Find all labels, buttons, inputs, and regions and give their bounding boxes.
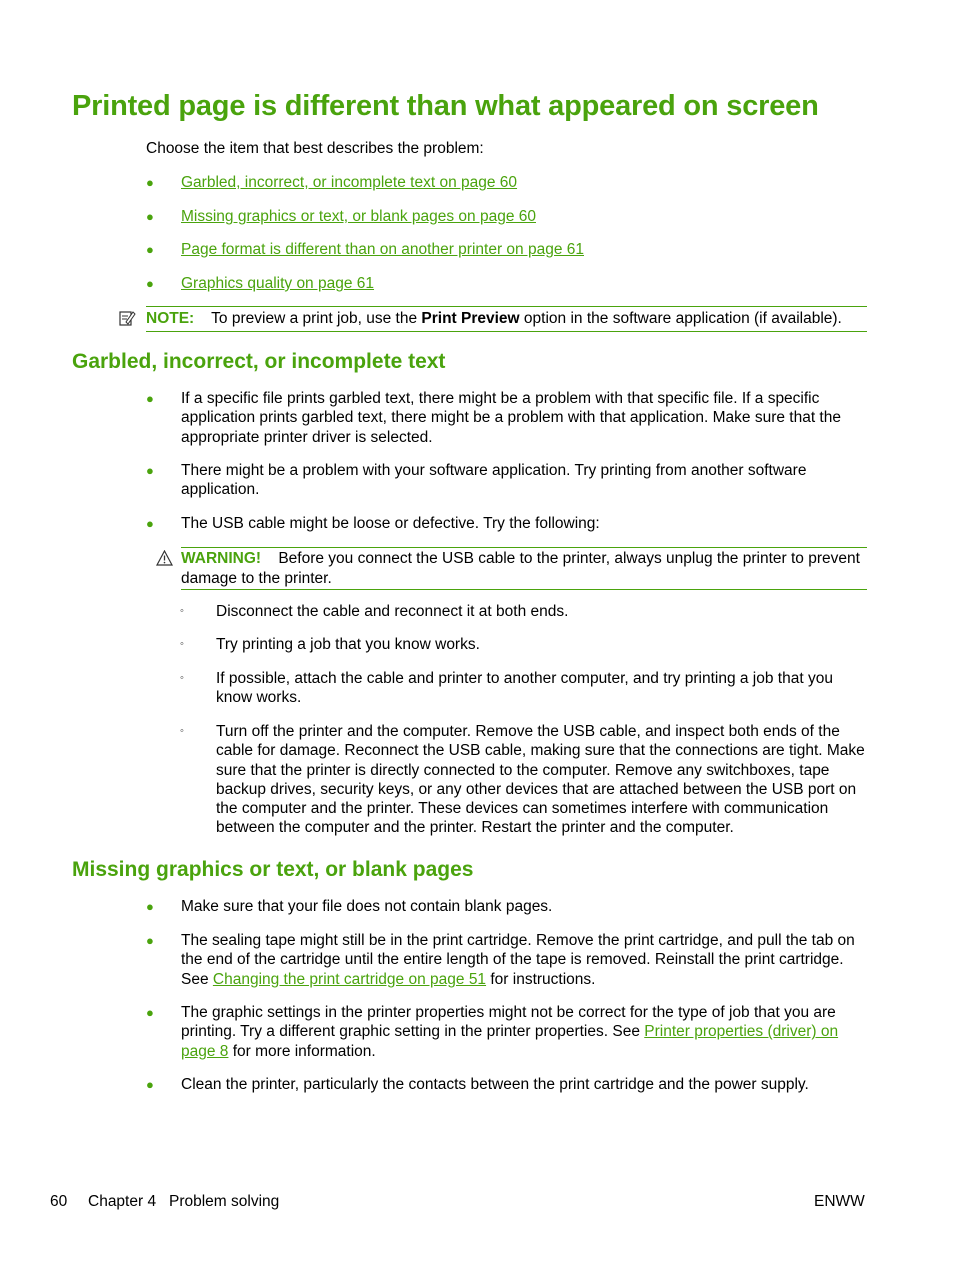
note-text-after: option in the software application (if a…: [519, 310, 842, 327]
item-text: for more information.: [228, 1042, 376, 1060]
bullet-icon: ●: [146, 516, 154, 531]
toc-item: Missing graphics or text, or blank pages…: [181, 207, 871, 226]
sub-list-item: Disconnect the cable and reconnect it at…: [216, 603, 569, 620]
list-item: Clean the printer, particularly the cont…: [181, 1076, 809, 1093]
section-heading-garbled: Garbled, incorrect, or incomplete text: [72, 350, 446, 373]
footer-enww: ENWW: [814, 1193, 865, 1210]
bullet-icon: ●: [146, 463, 154, 478]
bullet-icon: ●: [146, 242, 154, 257]
footer-page-number: 60: [50, 1193, 68, 1210]
warning-icon: [156, 550, 173, 566]
document-page: Printed page is different than what appe…: [0, 0, 954, 1270]
list-item: The USB cable might be loose or defectiv…: [181, 515, 600, 532]
link-graphics-quality[interactable]: Graphics quality on page 61: [181, 275, 374, 292]
bullet-icon: ●: [146, 276, 154, 291]
circle-bullet-icon: ◦: [180, 672, 184, 684]
page-title: Printed page is different than what appe…: [72, 90, 819, 122]
intro-text: Choose the item that best describes the …: [146, 140, 484, 157]
warning-box: WARNING! Before you connect the USB cabl…: [181, 547, 867, 590]
footer-chapter: Chapter 4 Problem solving: [88, 1193, 280, 1210]
bullet-icon: ●: [146, 1077, 154, 1092]
list-item: Make sure that your file does not contai…: [181, 898, 553, 915]
note-icon: [119, 311, 136, 326]
note-label: NOTE:: [146, 310, 195, 327]
bullet-icon: ●: [146, 175, 154, 190]
bullet-icon: ●: [146, 933, 154, 948]
circle-bullet-icon: ◦: [180, 725, 184, 737]
list-item: There might be a problem with your softw…: [181, 462, 807, 499]
toc-item: Graphics quality on page 61: [181, 274, 871, 293]
bullet-icon: ●: [146, 1005, 154, 1020]
sub-list-item: Turn off the printer and the computer. R…: [216, 723, 865, 837]
toc-item: Page format is different than on another…: [181, 240, 871, 259]
bullet-icon: ●: [146, 209, 154, 224]
toc-item: Garbled, incorrect, or incomplete text o…: [181, 173, 871, 192]
bullet-icon: ●: [146, 899, 154, 914]
warning-label: WARNING!: [181, 550, 262, 567]
circle-bullet-icon: ◦: [180, 605, 184, 617]
sub-list-item: If possible, attach the cable and printe…: [216, 670, 833, 707]
note-text-before: To preview a print job, use the: [211, 310, 422, 327]
note-box: NOTE: To preview a print job, use the Pr…: [146, 306, 867, 332]
circle-bullet-icon: ◦: [180, 638, 184, 650]
link-page-format[interactable]: Page format is different than on another…: [181, 241, 584, 258]
item-text: for instructions.: [486, 970, 596, 988]
list-item: The graphic settings in the printer prop…: [181, 1003, 871, 1061]
section-heading-missing-graphics: Missing graphics or text, or blank pages: [72, 858, 474, 881]
note-bold: Print Preview: [421, 310, 520, 327]
bullet-icon: ●: [146, 391, 154, 406]
list-item: If a specific file prints garbled text, …: [181, 390, 841, 446]
link-missing-graphics[interactable]: Missing graphics or text, or blank pages…: [181, 208, 536, 225]
sub-list-item: Try printing a job that you know works.: [216, 636, 480, 653]
list-item: The sealing tape might still be in the p…: [181, 931, 871, 989]
link-garbled-text[interactable]: Garbled, incorrect, or incomplete text o…: [181, 174, 517, 191]
link-changing-print-cartridge[interactable]: Changing the print cartridge on page 51: [213, 971, 486, 988]
warning-text: Before you connect the USB cable to the …: [181, 550, 860, 587]
